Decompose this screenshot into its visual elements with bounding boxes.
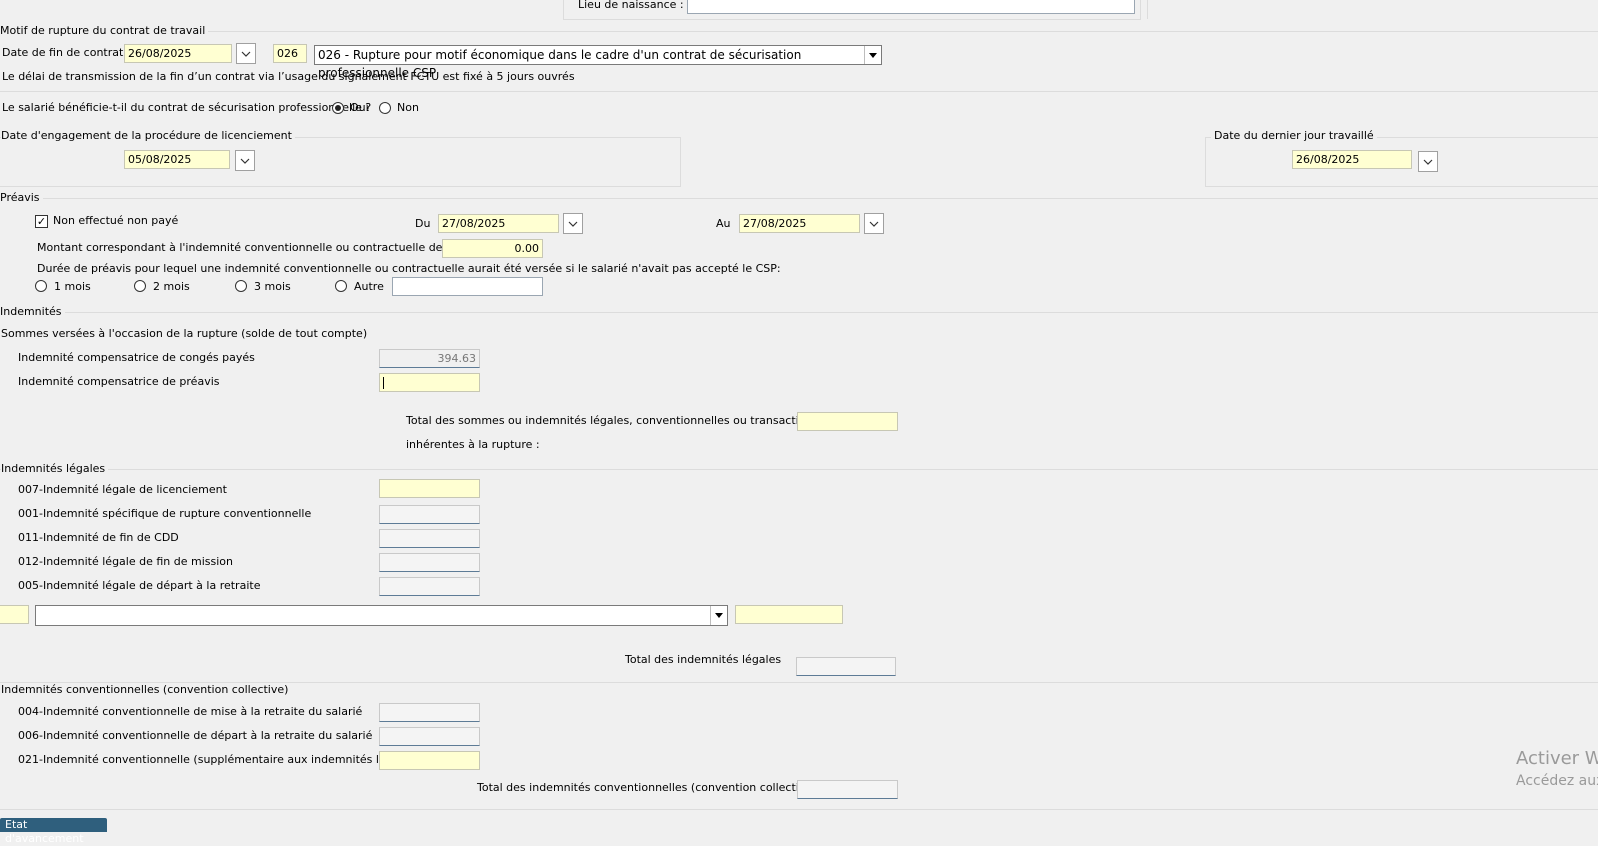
legale-item-label: 007-Indemnité légale de licenciement — [18, 483, 227, 496]
activation-watermark-line1: Activer W — [1516, 748, 1598, 769]
total-legales-label: Total des indemnités légales — [625, 653, 782, 666]
etat-avancement-tab[interactable]: Etat d'avancement — [0, 818, 107, 845]
du-label: Du — [415, 217, 431, 230]
legale-001-input[interactable] — [379, 505, 480, 524]
total-sommes-input[interactable] — [797, 412, 898, 431]
duree-autre-input[interactable] — [392, 277, 543, 296]
montant-preavis-input[interactable]: 0.00 — [442, 239, 543, 258]
lieu-naissance-input[interactable] — [687, 0, 1135, 14]
chevron-down-icon — [240, 158, 250, 164]
legale-012-input[interactable] — [379, 553, 480, 572]
motif-code-input[interactable]: 026 — [273, 44, 307, 63]
legale-011-input[interactable] — [379, 529, 480, 548]
csp-non-radio[interactable] — [379, 102, 391, 114]
csp-non-label: Non — [397, 101, 419, 114]
du-calendar-button[interactable] — [563, 213, 583, 234]
conv-021-input[interactable] — [379, 751, 480, 770]
dropdown-arrow-icon — [864, 46, 881, 64]
chevron-down-icon — [568, 221, 578, 227]
du-date-input[interactable]: 27/08/2025 — [438, 214, 559, 233]
divider — [563, 19, 1141, 20]
preavis-comp-input[interactable] — [379, 373, 480, 392]
legale-item-label: 005-Indemnité légale de départ à la retr… — [18, 579, 261, 592]
section-divider — [0, 91, 1598, 92]
autre-legale-code-input[interactable] — [0, 605, 29, 624]
engagement-legend: Date d'engagement de la procédure de lic… — [1, 129, 295, 143]
engagement-fieldset — [0, 137, 681, 187]
duree-1-mois-radio[interactable] — [35, 280, 47, 292]
date-fin-label: Date de fin de contrat : — [2, 46, 131, 59]
indemnites-legend: Indemnités — [0, 305, 65, 319]
divider — [563, 0, 564, 19]
conges-label: Indemnité compensatrice de congés payés — [18, 351, 255, 364]
duree-option-label: 3 mois — [254, 280, 291, 293]
motif-legend: Motif de rupture du contrat de travail — [0, 24, 209, 38]
dernier-jour-legend: Date du dernier jour travaillé — [1211, 129, 1377, 143]
total-sommes-label-1: Total des sommes ou indemnités légales, … — [406, 414, 845, 427]
conv-item-label: 021-Indemnité conventionnelle (supplémen… — [18, 753, 420, 766]
duree-option-label: 1 mois — [54, 280, 91, 293]
non-effectue-checkbox[interactable]: ✓ — [35, 215, 48, 228]
duree-3-mois-radio[interactable] — [235, 280, 247, 292]
sommes-title: Sommes versées à l'occasion de la ruptur… — [1, 327, 368, 340]
duree-autre-radio[interactable] — [335, 280, 347, 292]
autre-legale-amount-input[interactable] — [735, 605, 843, 624]
engagement-date-input[interactable]: 05/08/2025 — [124, 150, 230, 169]
section-divider — [0, 469, 1598, 470]
legale-item-label: 001-Indemnité spécifique de rupture conv… — [18, 507, 312, 520]
au-calendar-button[interactable] — [864, 213, 884, 234]
divider — [1140, 0, 1141, 19]
conv-item-label: 006-Indemnité conventionnelle de départ … — [18, 729, 373, 742]
text-cursor — [383, 377, 384, 389]
legale-item-label: 012-Indemnité légale de fin de mission — [18, 555, 233, 568]
legales-legend: Indemnités légales — [1, 462, 109, 476]
montant-preavis-label: Montant correspondant à l'indemnité conv… — [37, 241, 494, 254]
autre-legale-select[interactable] — [35, 605, 728, 626]
divider — [1147, 0, 1148, 19]
dernier-jour-date-input[interactable]: 26/08/2025 — [1292, 150, 1412, 169]
au-date-input[interactable]: 27/08/2025 — [739, 214, 860, 233]
total-legales-input — [796, 657, 896, 676]
total-conv-input — [797, 780, 898, 799]
duree-option-label: 2 mois — [153, 280, 190, 293]
conges-input: 394.63 — [379, 349, 480, 368]
total-conv-label: Total des indemnités conventionnelles (c… — [477, 781, 817, 794]
non-effectue-label: Non effectué non payé — [53, 214, 179, 227]
engagement-calendar-button[interactable] — [235, 150, 255, 171]
conventionnelles-legend: Indemnités conventionnelles (convention … — [1, 683, 292, 697]
conv-item-label: 004-Indemnité conventionnelle de mise à … — [18, 705, 363, 718]
motif-select[interactable]: 026 - Rupture pour motif économique dans… — [314, 45, 882, 80]
activation-watermark-line2: Accédez aux — [1516, 773, 1598, 789]
date-fin-input[interactable]: 26/08/2025 — [124, 44, 232, 63]
section-divider — [0, 31, 1598, 32]
lieu-naissance-label: Lieu de naissance : — [578, 0, 684, 11]
date-fin-calendar-button[interactable] — [236, 43, 256, 64]
section-divider — [0, 809, 1598, 810]
preavis-legend: Préavis — [0, 191, 43, 205]
legale-007-input[interactable] — [379, 479, 480, 498]
duree-2-mois-radio[interactable] — [134, 280, 146, 292]
conv-004-input[interactable] — [379, 703, 480, 722]
csp-question: Le salarié bénéficie-t-il du contrat de … — [2, 101, 372, 114]
chevron-down-icon — [241, 51, 251, 57]
duree-preavis-label: Durée de préavis pour lequel une indemni… — [37, 262, 781, 275]
preavis-comp-label: Indemnité compensatrice de préavis — [18, 375, 220, 388]
csp-oui-radio[interactable] — [332, 102, 344, 114]
duree-option-label: Autre — [354, 280, 384, 293]
chevron-down-icon — [869, 221, 879, 227]
dropdown-arrow-icon — [710, 606, 727, 625]
legale-005-input[interactable] — [379, 577, 480, 596]
dernier-jour-calendar-button[interactable] — [1418, 151, 1438, 172]
legale-item-label: 011-Indemnité de fin de CDD — [18, 531, 179, 544]
section-divider — [0, 198, 1598, 199]
au-label: Au — [716, 217, 731, 230]
total-sommes-label-2: inhérentes à la rupture : — [406, 438, 540, 451]
chevron-down-icon — [1423, 159, 1433, 165]
section-divider — [0, 312, 1598, 313]
delai-info-text: Le délai de transmission de la fin d’un … — [2, 70, 575, 83]
csp-oui-label: Oui — [350, 101, 369, 114]
conv-006-input[interactable] — [379, 727, 480, 746]
